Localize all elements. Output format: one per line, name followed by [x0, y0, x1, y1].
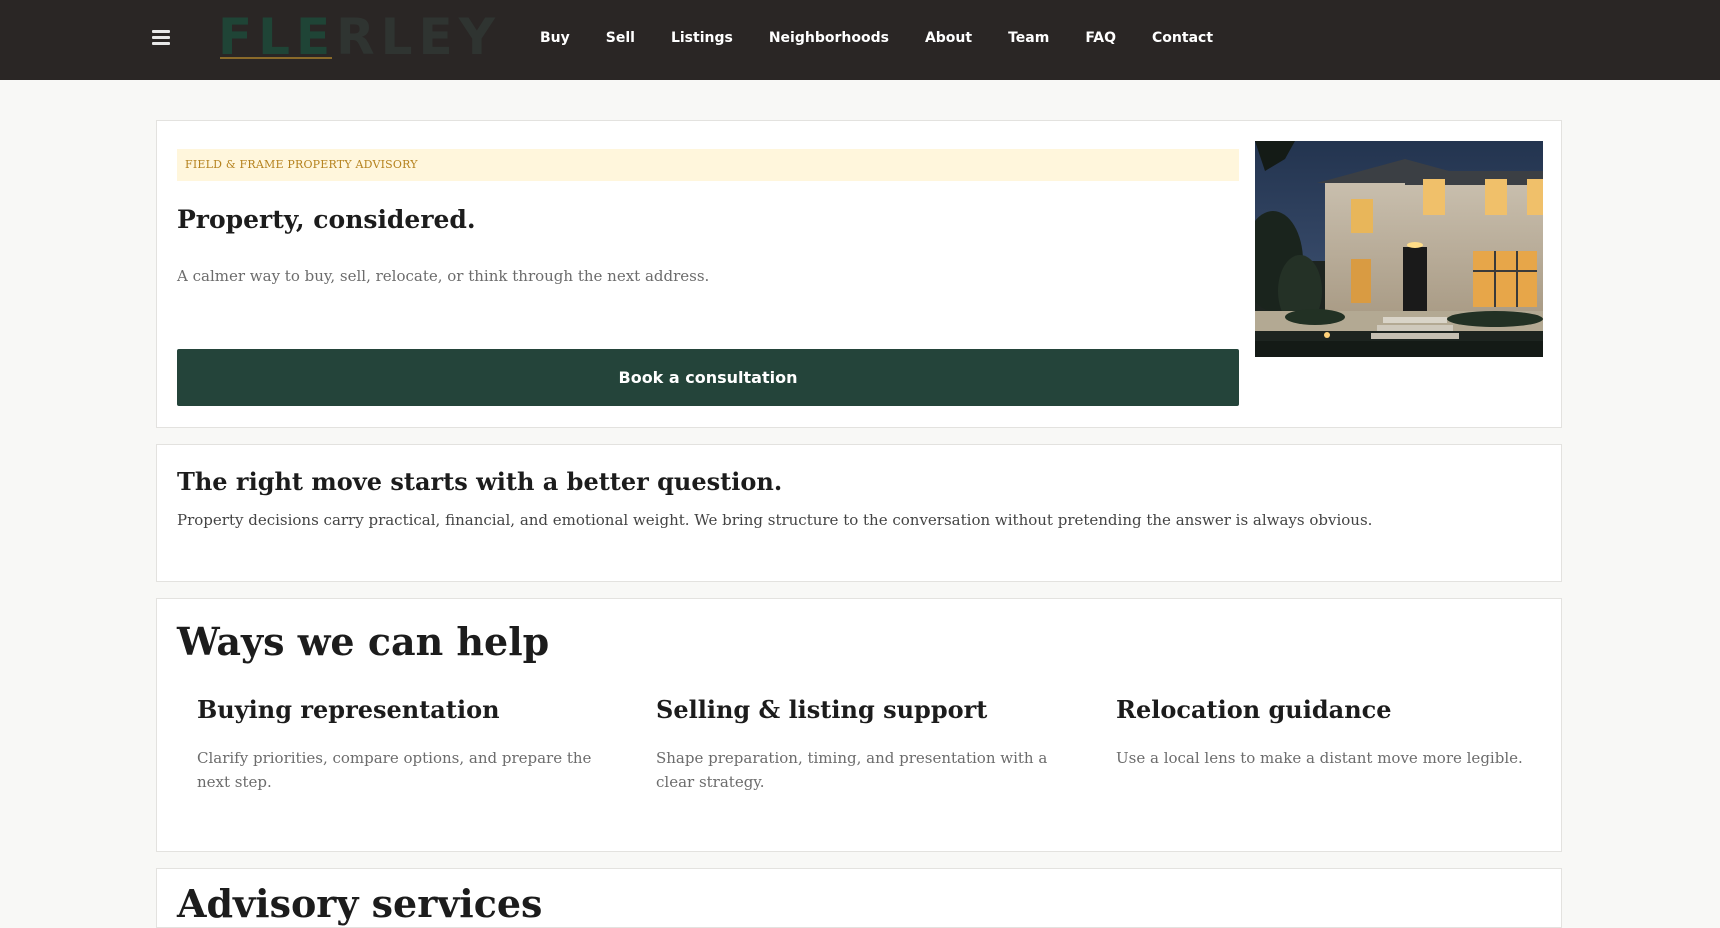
service-title: Buying representation: [197, 695, 500, 724]
site-header: FLERLEY Buy Sell Listings Neighborhoods …: [0, 0, 1720, 80]
service-body: Clarify priorities, compare options, and…: [197, 749, 592, 791]
nav-link-team[interactable]: Team: [1008, 30, 1049, 46]
nav-link-about[interactable]: About: [925, 30, 972, 46]
main-nav: Buy Sell Listings Neighborhoods About Te…: [540, 30, 1249, 46]
nav-link-buy[interactable]: Buy: [540, 30, 570, 46]
intro-body: Property decisions carry practical, fina…: [177, 511, 1373, 529]
service-card-selling: Selling & listing support Shape preparat…: [656, 695, 1066, 794]
site-logo[interactable]: FLERLEY: [218, 12, 501, 62]
service-card-relocation: Relocation guidance Use a local lens to …: [1116, 695, 1526, 770]
nav-link-sell[interactable]: Sell: [606, 30, 635, 46]
hero-section: FIELD & FRAME PROPERTY ADVISORY Property…: [156, 120, 1562, 428]
hero-eyebrow: FIELD & FRAME PROPERTY ADVISORY: [177, 149, 1239, 181]
hero-subtitle: A calmer way to buy, sell, relocate, or …: [177, 267, 710, 285]
hamburger-menu-icon[interactable]: [152, 30, 170, 48]
nav-link-neighborhoods[interactable]: Neighborhoods: [769, 30, 889, 46]
service-body: Shape preparation, timing, and presentat…: [656, 749, 1048, 791]
intro-section: The right move starts with a better ques…: [156, 444, 1562, 582]
advisory-services-section: Advisory services: [156, 868, 1562, 928]
ways-we-help-title: Ways we can help: [177, 619, 550, 664]
nav-link-contact[interactable]: Contact: [1152, 30, 1213, 46]
ways-we-help-section: Ways we can help Buying representation C…: [156, 598, 1562, 852]
logo-underline: [220, 57, 332, 59]
advisory-services-title: Advisory services: [177, 881, 543, 926]
hero-title: Property, considered.: [177, 205, 476, 234]
hero-house-image: [1255, 141, 1543, 357]
nav-link-listings[interactable]: Listings: [671, 30, 733, 46]
nav-link-faq[interactable]: FAQ: [1085, 30, 1116, 46]
service-card-buying: Buying representation Clarify priorities…: [197, 695, 607, 794]
service-title: Selling & listing support: [656, 695, 988, 724]
intro-title: The right move starts with a better ques…: [177, 467, 783, 496]
service-body: Use a local lens to make a distant move …: [1116, 749, 1523, 767]
service-title: Relocation guidance: [1116, 695, 1392, 724]
book-consultation-button[interactable]: Book a consultation: [177, 349, 1239, 406]
